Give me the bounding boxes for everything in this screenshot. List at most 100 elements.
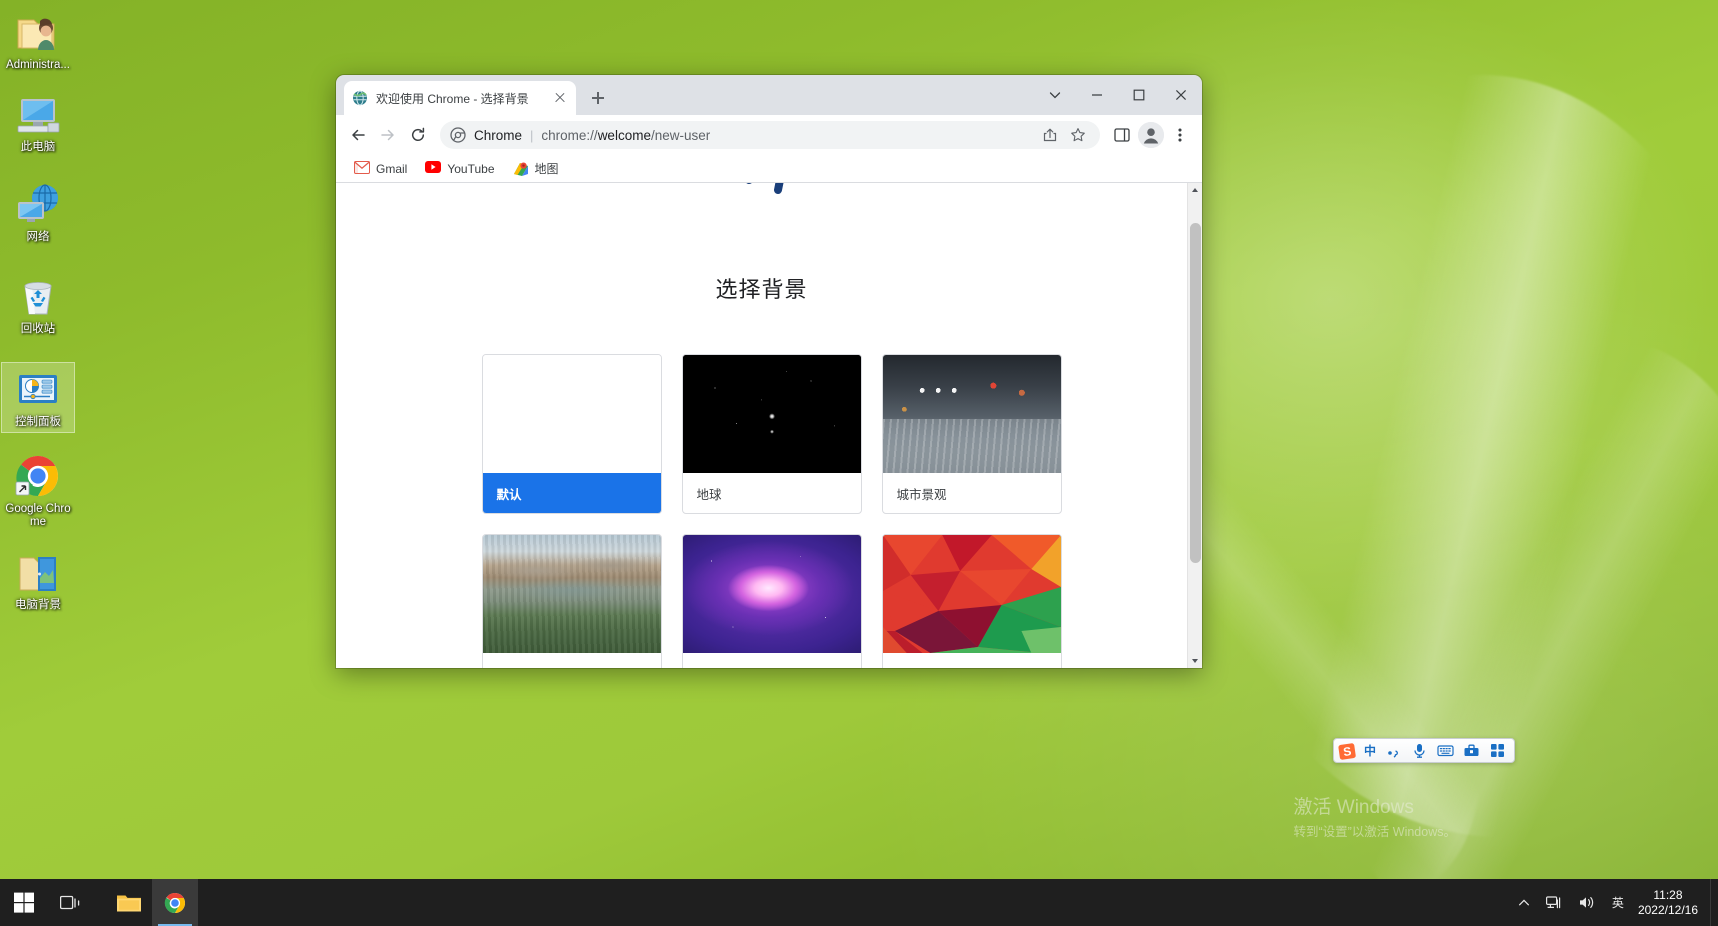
sogou-ime-toolbar[interactable]: S 中: [1333, 738, 1516, 763]
apps-icon[interactable]: [1489, 742, 1506, 759]
person-painting-illustration: [745, 183, 783, 194]
taskbar-chrome[interactable]: [152, 879, 198, 926]
background-card-label: 几何图形: [883, 653, 1061, 669]
background-card-earth[interactable]: 地球: [681, 354, 862, 514]
background-card-label: 横向: [483, 653, 661, 669]
sogou-logo-icon[interactable]: S: [1338, 742, 1356, 760]
omnibox-chip-label: Chrome: [474, 127, 523, 143]
reload-button[interactable]: [404, 121, 432, 149]
reload-icon: [411, 127, 425, 141]
watermark-line-1: 激活 Windows: [1293, 797, 1414, 818]
maximize-button[interactable]: [1118, 75, 1160, 115]
background-card-cityscape[interactable]: 城市景观: [881, 354, 1062, 514]
chrome-icon: [14, 452, 62, 500]
desktop[interactable]: Administra... 此电脑 网络 回收站 控制面板 Google Chr…: [0, 0, 1718, 926]
system-tray[interactable]: 英 11:28 2022/12/16: [1510, 879, 1718, 926]
user-folder-icon: [14, 8, 62, 56]
desktop-icon-administrator[interactable]: Administra...: [2, 8, 74, 72]
background-card-label: 地球: [696, 487, 722, 502]
bookmark-label: YouTube: [447, 161, 495, 176]
background-card-label: 默认: [482, 473, 661, 513]
show-desktop-button[interactable]: [1710, 879, 1718, 926]
background-grid[interactable]: 默认 地球 城市景观 横向: [481, 354, 1062, 669]
forward-arrow-icon: [381, 129, 394, 141]
ime-indicator[interactable]: 英: [1604, 879, 1632, 926]
new-tab-button[interactable]: [584, 84, 612, 112]
network-tray-icon: [1545, 896, 1561, 909]
page-viewport: 选择背景 默认 地球 城市景观: [336, 183, 1202, 668]
volume-button[interactable]: [1571, 879, 1604, 926]
background-card-default[interactable]: 默认: [481, 354, 662, 514]
share-icon: [1043, 128, 1057, 142]
chrome-browser-window[interactable]: 欢迎使用 Chrome - 选择背景 Chrome | chrome://wel…: [336, 75, 1202, 668]
taskbar-clock[interactable]: 11:28 2022/12/16: [1632, 879, 1710, 926]
desktop-icon-computer-background[interactable]: 电脑背景: [2, 548, 74, 612]
window-controls[interactable]: [1034, 75, 1202, 115]
url-prefix: chrome://: [541, 127, 598, 143]
desktop-icon-recycle-bin[interactable]: 回收站: [2, 272, 74, 336]
profile-avatar-icon[interactable]: [1138, 122, 1164, 148]
three-dot-menu-icon: [1178, 128, 1182, 142]
back-button[interactable]: [344, 121, 372, 149]
desktop-icon-this-pc[interactable]: 此电脑: [2, 90, 74, 154]
background-thumbnail: [882, 355, 1061, 473]
chrome-menu-button[interactable]: [1166, 121, 1194, 149]
minimize-button[interactable]: [1076, 75, 1118, 115]
background-card-landscape[interactable]: 横向: [481, 534, 662, 669]
tab-strip[interactable]: 欢迎使用 Chrome - 选择背景: [336, 75, 1202, 115]
bookmarks-bar[interactable]: Gmail YouTube 地图: [336, 155, 1202, 183]
file-explorer-icon: [117, 895, 141, 911]
desktop-icon-google-chrome[interactable]: Google Chrome: [2, 452, 74, 529]
show-hidden-icons-button[interactable]: [1510, 879, 1538, 926]
desktop-icon-label: Google Chrome: [5, 503, 71, 528]
comma-period-icon[interactable]: [1385, 742, 1402, 759]
control-panel-icon: [14, 365, 62, 413]
volume-icon: [1579, 897, 1594, 908]
start-button[interactable]: [0, 879, 48, 926]
chrome-globe-icon: [352, 90, 368, 106]
chrome-taskbar-icon: [164, 892, 185, 913]
vertical-scrollbar[interactable]: [1187, 183, 1202, 668]
scroll-up-arrow-icon[interactable]: [1188, 183, 1202, 198]
task-view-button[interactable]: [48, 879, 94, 926]
close-window-button[interactable]: [1160, 75, 1202, 115]
share-button[interactable]: [1038, 123, 1062, 147]
clock-time: 11:28: [1653, 887, 1683, 902]
desktop-icon-control-panel[interactable]: 控制面板: [1, 362, 75, 433]
desktop-icon-network[interactable]: 网络: [2, 180, 74, 244]
browser-toolbar[interactable]: Chrome | chrome://welcome/new-user: [336, 115, 1202, 155]
bookmark-label: Gmail: [376, 161, 408, 176]
bookmark-gmail[interactable]: Gmail: [346, 159, 415, 179]
search-tabs-button[interactable]: [1034, 75, 1076, 115]
bookmark-maps[interactable]: 地图: [505, 158, 567, 179]
recycle-bin-icon: [14, 272, 62, 320]
scrollbar-thumb[interactable]: [1190, 223, 1201, 563]
windows-taskbar[interactable]: 英 11:28 2022/12/16: [0, 879, 1718, 926]
desktop-icon-label: 电脑背景: [15, 599, 61, 611]
address-bar[interactable]: Chrome | chrome://welcome/new-user: [440, 121, 1100, 149]
microphone-icon[interactable]: [1411, 742, 1428, 759]
background-card-geometric[interactable]: 几何图形: [881, 534, 1062, 669]
bookmark-label: 地图: [534, 162, 559, 176]
forward-button[interactable]: [374, 121, 402, 149]
background-card-label: 城市景观: [896, 487, 947, 502]
windows-start-icon: [13, 892, 34, 913]
keyboard-icon[interactable]: [1437, 742, 1454, 759]
bookmark-button[interactable]: [1066, 123, 1090, 147]
star-icon: [1071, 128, 1085, 142]
scroll-down-arrow-icon[interactable]: [1188, 653, 1202, 668]
network-icon: [14, 180, 62, 228]
google-maps-icon: [513, 161, 529, 177]
side-panel-button[interactable]: [1108, 121, 1136, 149]
background-thumbnail: [482, 535, 661, 653]
ime-mode-label[interactable]: 中: [1364, 742, 1376, 759]
toolbox-icon[interactable]: [1463, 742, 1480, 759]
maximize-icon: [1133, 89, 1145, 101]
network-tray-button[interactable]: [1538, 879, 1571, 926]
background-card-art[interactable]: 艺术: [681, 534, 862, 668]
close-tab-icon[interactable]: [552, 90, 568, 106]
browser-tab[interactable]: 欢迎使用 Chrome - 选择背景: [344, 81, 576, 115]
desktop-icon-label: 控制面板: [15, 416, 61, 428]
bookmark-youtube[interactable]: YouTube: [417, 159, 502, 179]
taskbar-file-explorer[interactable]: [106, 879, 152, 926]
